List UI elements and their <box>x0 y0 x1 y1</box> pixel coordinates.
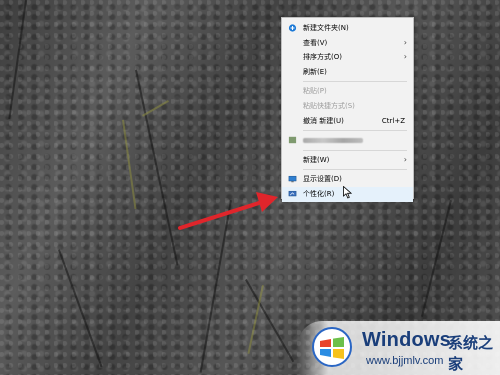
red-arrow-annotation <box>178 192 278 230</box>
watermark-url: www.bjjmlv.com <box>366 355 444 367</box>
windows-logo-icon <box>312 327 352 367</box>
desktop-background[interactable]: 新建文件夹(N) 查看(V) › 排序方式(O) › 刷新(E) 粘贴(P) 粘… <box>0 0 500 375</box>
watermark-brand-cn: 系统之家 <box>448 334 494 373</box>
watermark-brand: Windows <box>362 329 451 351</box>
site-watermark: Windows 系统之家 www.bjjmlv.com <box>298 321 500 375</box>
